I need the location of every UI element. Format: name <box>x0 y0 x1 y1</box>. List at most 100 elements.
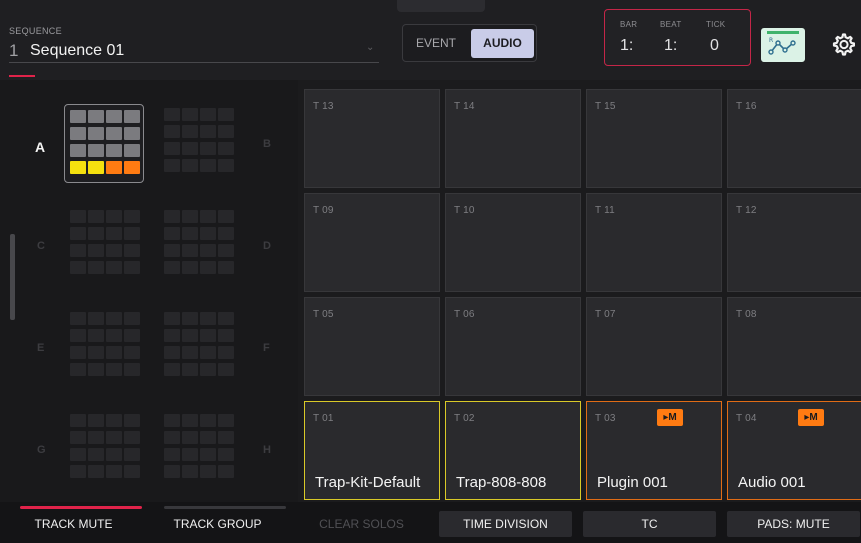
track-pad[interactable]: T 13 <box>304 89 440 188</box>
bank-a-pad-cell <box>106 110 122 123</box>
bank-pad-cell <box>182 142 198 155</box>
bank-pad-cell <box>106 414 122 427</box>
track-pad[interactable]: T 05 <box>304 297 440 396</box>
bank-pad-cell <box>106 448 122 461</box>
gear-icon <box>832 33 856 56</box>
scroll-handle[interactable] <box>10 234 15 320</box>
track-pad[interactable]: T 12 <box>727 193 861 292</box>
bank-pad-cell <box>164 312 180 325</box>
bank-pad-cell <box>200 159 216 172</box>
song-position-display[interactable]: BAR BEAT TICK 1: 1: 0 <box>604 9 751 66</box>
track-pad[interactable]: T 02 Trap-808-808 <box>445 401 581 500</box>
bank-pad-cell <box>200 329 216 342</box>
bank-a-thumbnail[interactable] <box>64 104 144 183</box>
bank-pad-cell <box>218 210 234 223</box>
track-pad[interactable]: T 16 <box>727 89 861 188</box>
bank-pad-cell <box>200 261 216 274</box>
bank-pad-cell <box>164 227 180 240</box>
bank-pad-cell <box>124 363 140 376</box>
tick-caption: TICK <box>706 20 726 29</box>
track-number: T 13 <box>313 101 334 112</box>
bank-pad-cell <box>218 465 234 478</box>
track-pad[interactable]: T 11 <box>586 193 722 292</box>
time-division-button[interactable]: TIME DIVISION <box>439 511 572 537</box>
bank-pad-cell <box>124 312 140 325</box>
bank-pad-cell <box>70 414 86 427</box>
bank-pad-cell <box>106 312 122 325</box>
track-pad[interactable]: T 06 <box>445 297 581 396</box>
track-pad[interactable]: T 04 ▸M Audio 001 <box>727 401 861 500</box>
bank-letter: C <box>37 240 45 252</box>
tab-indicator <box>164 506 286 509</box>
track-pad[interactable]: T 09 <box>304 193 440 292</box>
bank-pad-cell <box>124 261 140 274</box>
bank-pad-cell <box>106 227 122 240</box>
bank-pad-cell <box>200 363 216 376</box>
track-pad[interactable]: T 10 <box>445 193 581 292</box>
track-number: T 10 <box>454 205 475 216</box>
track-mute-button[interactable]: TRACK MUTE <box>7 511 140 537</box>
chevron-down-icon: ⌄ <box>366 42 375 53</box>
track-number: T 16 <box>736 101 757 112</box>
track-number: T 02 <box>454 413 475 424</box>
bank-pad-cell <box>182 261 198 274</box>
track-number: T 06 <box>454 309 475 320</box>
bank-a-pad-cell <box>70 161 86 174</box>
bank-pad-cell <box>218 363 234 376</box>
automation-icon: R <box>767 31 799 55</box>
bank-pad-cell <box>182 414 198 427</box>
sequence-underline <box>9 62 379 63</box>
bank-pad-cell <box>70 431 86 444</box>
track-pad[interactable]: T 15 <box>586 89 722 188</box>
track-pad[interactable]: T 07 <box>586 297 722 396</box>
bank-pad-cell <box>200 346 216 359</box>
sequence-name: Sequence 01 <box>30 42 125 59</box>
bank-pad-cell <box>106 431 122 444</box>
track-number: T 08 <box>736 309 757 320</box>
bank-pad-cell <box>124 431 140 444</box>
track-name: Plugin 001 <box>597 474 668 491</box>
track-name: Trap-Kit-Default <box>315 474 421 491</box>
bank-a-pad-cell <box>106 144 122 157</box>
track-pad[interactable]: T 14 <box>445 89 581 188</box>
bank-pad-cell <box>164 108 180 121</box>
bank-a-pad-cell <box>124 127 140 140</box>
track-group-button[interactable]: TRACK GROUP <box>151 511 284 537</box>
bank-pad-cell <box>218 244 234 257</box>
bank-thumbnail[interactable] <box>164 312 244 392</box>
track-pad[interactable]: T 03 ▸M Plugin 001 <box>586 401 722 500</box>
bank-pad-cell <box>182 363 198 376</box>
bank-thumbnail[interactable] <box>164 210 244 290</box>
tc-button[interactable]: TC <box>583 511 716 537</box>
bank-pad-cell <box>88 261 104 274</box>
mode-event-button[interactable]: EVENT <box>403 25 469 61</box>
bank-pad-cell <box>70 363 86 376</box>
track-pad[interactable]: T 08 <box>727 297 861 396</box>
bank-pad-cell <box>106 363 122 376</box>
bank-letter: E <box>37 342 45 354</box>
mode-audio-button[interactable]: AUDIO <box>471 29 534 58</box>
bank-pad-cell <box>106 261 122 274</box>
bank-pad-cell <box>218 329 234 342</box>
bank-pad-cell <box>88 244 104 257</box>
bank-a-pad-cell <box>88 110 104 123</box>
bank-a-pad-cell <box>106 127 122 140</box>
top-pulldown-handle[interactable] <box>397 0 485 12</box>
bank-thumbnail[interactable] <box>70 210 150 290</box>
bank-pad-cell <box>218 346 234 359</box>
clear-solos-button[interactable]: CLEAR SOLOS <box>295 511 428 537</box>
svg-text:R: R <box>769 37 773 44</box>
bank-pad-cell <box>88 414 104 427</box>
settings-button[interactable] <box>831 32 856 56</box>
event-audio-toggle: EVENT AUDIO <box>402 24 537 62</box>
bank-thumbnail[interactable] <box>70 414 150 494</box>
bank-thumbnail[interactable] <box>70 312 150 392</box>
bank-pad-cell <box>218 431 234 444</box>
pads-mute-button[interactable]: PADS: MUTE <box>727 511 860 537</box>
bank-pad-cell <box>106 244 122 257</box>
track-pad[interactable]: T 01 Trap-Kit-Default <box>304 401 440 500</box>
automation-button[interactable]: R <box>761 28 805 62</box>
bank-thumbnail[interactable] <box>164 108 244 188</box>
bank-pad-cell <box>124 465 140 478</box>
bank-thumbnail[interactable] <box>164 414 244 494</box>
